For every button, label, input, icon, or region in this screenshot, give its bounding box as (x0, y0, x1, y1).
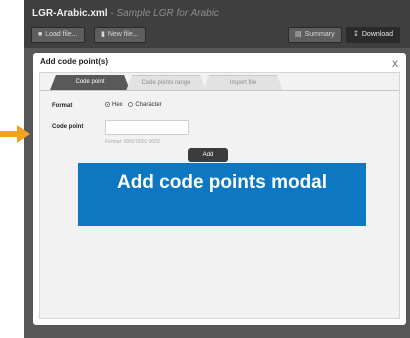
summary-button[interactable]: ▤ Summary (288, 27, 342, 43)
download-label: Download (361, 31, 394, 38)
add-button[interactable]: Add (188, 148, 228, 162)
format-hex-option[interactable]: Hex (105, 102, 123, 108)
code-point-hint: Format: 0000 0001 0002 (105, 139, 160, 145)
modal-title: Add code point(s) (40, 57, 108, 66)
format-radio-group: Hex Character (105, 102, 166, 108)
tab-divider (40, 90, 399, 91)
format-character-option[interactable]: Character (128, 102, 162, 108)
load-file-button[interactable]: ■ Load file... (31, 27, 85, 43)
tab-code-point[interactable]: Code point (50, 75, 130, 90)
radio-character[interactable] (128, 102, 134, 107)
app-title: LGR-Arabic.xml - Sample LGR for Arabic (32, 8, 219, 19)
format-label: Format (52, 103, 73, 109)
tab-bar: Code point Code points range Import file (40, 73, 399, 93)
radio-hex-label: Hex (112, 102, 123, 108)
close-icon[interactable]: X (392, 59, 398, 69)
file-subtitle: - Sample LGR for Arabic (110, 8, 219, 19)
summary-label: Summary (304, 31, 335, 38)
annotation-banner: Add code points modal (78, 163, 366, 226)
tab-code-points-range[interactable]: Code points range (126, 75, 206, 91)
new-file-label: New file... (107, 31, 139, 38)
radio-character-label: Character (135, 102, 162, 108)
new-file-icon: ▮ (101, 31, 105, 38)
new-file-button[interactable]: ▮ New file... (94, 27, 146, 43)
radio-hex[interactable] (105, 102, 110, 107)
code-point-input[interactable] (105, 120, 189, 135)
summary-icon: ▤ (295, 31, 302, 38)
file-name: LGR-Arabic.xml (32, 8, 108, 19)
arrow-icon (0, 125, 30, 143)
download-button[interactable]: ↧ Download (346, 27, 401, 43)
code-point-label: Code point (52, 124, 84, 130)
tab-import-file[interactable]: Import file (203, 75, 283, 91)
download-icon: ↧ (353, 31, 359, 38)
load-file-label: Load file... (45, 31, 78, 38)
folder-icon: ■ (38, 31, 43, 38)
